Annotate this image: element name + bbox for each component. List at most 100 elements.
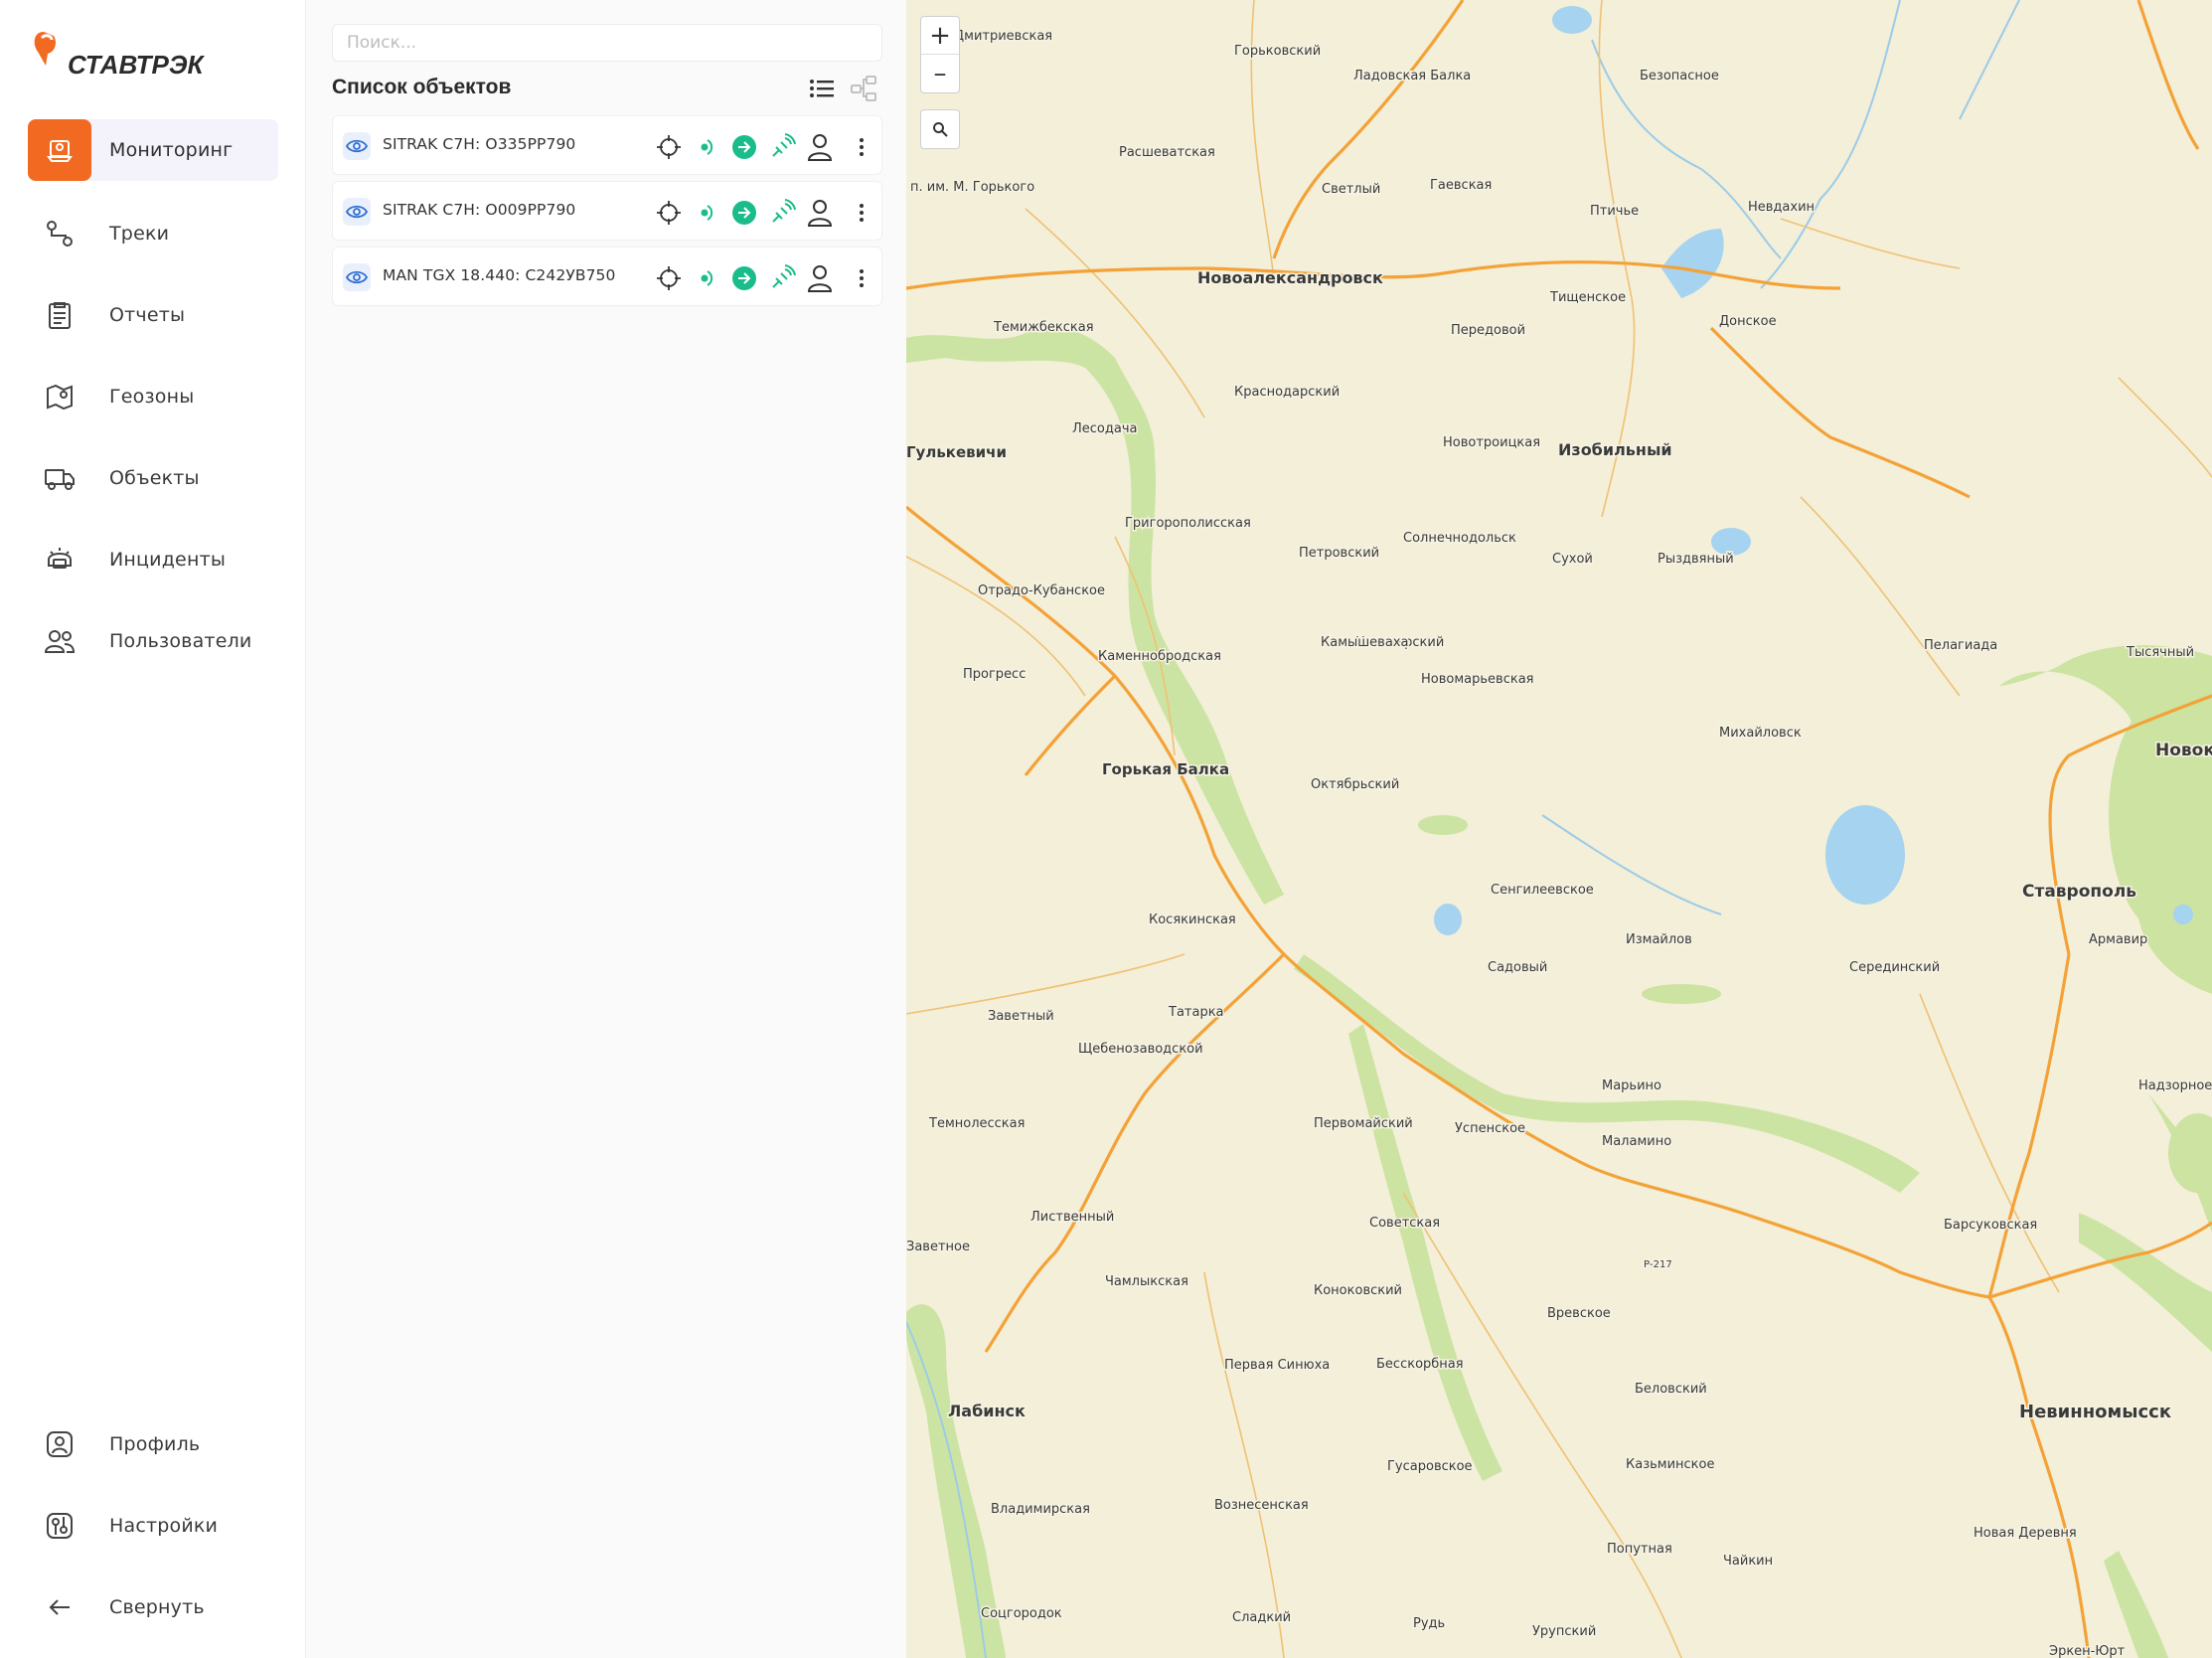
- tracks-icon: [28, 203, 91, 264]
- map-place-label: Казьминское: [1626, 1457, 1714, 1472]
- sidebar-item-objects[interactable]: Объекты: [28, 447, 278, 509]
- sidebar-item-label: Настройки: [109, 1515, 219, 1537]
- map-place-label: Расшеватская: [1119, 145, 1215, 160]
- tree-view-icon[interactable]: [849, 74, 878, 107]
- map-place-label: Каменнобродская: [1098, 649, 1221, 664]
- sidebar-item-profile[interactable]: Профиль: [28, 1413, 278, 1475]
- map-place-label: Дмитриевская: [954, 29, 1052, 44]
- map-place-label: Лесодача: [1072, 421, 1137, 436]
- map-place-label: Темижбекская: [993, 320, 1094, 335]
- map-place-label: Рудь: [1413, 1616, 1445, 1631]
- map-place-label: Урупский: [1532, 1624, 1596, 1639]
- sidebar-item-tracks[interactable]: Треки: [28, 203, 278, 264]
- map-place-label: Горькая Балка: [1102, 760, 1229, 778]
- map-place-label: Солнечнодольск: [1403, 531, 1516, 546]
- map-place-label: Гулькевичи: [906, 443, 1007, 461]
- map-place-label: Камышеваха: [1321, 635, 1408, 650]
- brand-logo[interactable]: СТАВТРЭК: [32, 26, 221, 85]
- sidebar-item-settings[interactable]: Настройки: [28, 1495, 278, 1557]
- zoom-in-button[interactable]: +: [921, 17, 959, 55]
- map-place-label: Бесскорбная: [1376, 1357, 1464, 1372]
- sidebar-item-label: Свернуть: [109, 1596, 205, 1618]
- sidebar-item-incidents[interactable]: Инциденты: [28, 529, 278, 590]
- sidebar-item-label: Треки: [109, 223, 170, 245]
- visibility-eye-icon[interactable]: [343, 132, 371, 160]
- map-place-label: Коноковский: [1314, 1283, 1402, 1298]
- object-row[interactable]: SITRAK C7H: О335РР790: [332, 115, 882, 175]
- search-input[interactable]: [332, 24, 882, 62]
- object-row[interactable]: MAN TGX 18.440: С242УВ750: [332, 247, 882, 306]
- map-place-label: Татарка: [1168, 1005, 1224, 1020]
- panel-title: Список объектов: [332, 76, 512, 98]
- object-row[interactable]: SITRAK C7H: О009РР790: [332, 181, 882, 241]
- search-icon: [933, 122, 948, 137]
- sidebar-item-reports[interactable]: Отчеты: [28, 284, 278, 346]
- sidebar-item-label: Инциденты: [109, 549, 227, 571]
- map-place-label: Отрадо-Кубанское: [978, 583, 1105, 598]
- truck-icon: [28, 447, 91, 509]
- logo-text: СТАВТРЭК: [68, 50, 206, 80]
- visibility-eye-icon[interactable]: [343, 263, 371, 291]
- driver-person-icon[interactable]: [806, 199, 834, 227]
- more-options-icon[interactable]: [848, 264, 875, 292]
- moving-status-icon: [730, 264, 758, 292]
- sidebar-item-label: Геозоны: [109, 386, 195, 408]
- map-place-label: Надзорное: [2138, 1078, 2212, 1093]
- map-place-label: Светлый: [1322, 182, 1380, 197]
- map-place-label: Тищенское: [1549, 290, 1626, 305]
- map-place-label: Владимирская: [991, 1502, 1090, 1517]
- visibility-eye-icon[interactable]: [343, 198, 371, 226]
- map-place-label: Щебенозаводской: [1078, 1042, 1203, 1057]
- locate-crosshair-icon[interactable]: [655, 133, 683, 161]
- map-place-label: Заветный: [988, 1009, 1054, 1024]
- map-place-label: Р-217: [1644, 1259, 1672, 1270]
- driver-person-icon[interactable]: [806, 264, 834, 292]
- map-place-label: Сухой: [1552, 552, 1593, 567]
- map-search-button[interactable]: [920, 109, 960, 149]
- map-place-label: Беловский: [1635, 1382, 1707, 1397]
- monitoring-icon: [28, 119, 91, 181]
- map-place-label: Первая Синюха: [1224, 1358, 1330, 1373]
- sidebar-item-label: Объекты: [109, 467, 200, 489]
- map-place-label: Барсуковская: [1944, 1218, 2037, 1233]
- arrow-left-icon: [28, 1576, 91, 1638]
- map-place-label: Новая Деревня: [1974, 1526, 2077, 1541]
- map-place-label: п. им. М. Горького: [910, 180, 1034, 195]
- map-place-label: Птичье: [1590, 204, 1639, 219]
- sidebar-item-monitoring[interactable]: Мониторинг: [28, 119, 278, 181]
- map-place-label: Маламино: [1602, 1134, 1671, 1149]
- gps-satellite-icon: [768, 133, 796, 161]
- map-place-label: Петровский: [1299, 546, 1379, 561]
- map-canvas[interactable]: Дмитриевская Горьковский Ладовская Балка Бе…: [906, 0, 2212, 1658]
- map-place-label: Донское: [1719, 314, 1777, 329]
- driver-person-icon[interactable]: [806, 133, 834, 161]
- collapse-button[interactable]: Свернуть: [28, 1576, 278, 1638]
- list-view-icon[interactable]: [809, 78, 835, 103]
- map-place-label: Марьино: [1602, 1078, 1661, 1093]
- map-place-label: Новомарьевская: [1421, 672, 1533, 687]
- map-place-label: Новоалександровск: [1197, 268, 1383, 287]
- map-place-label: Серединский: [1849, 960, 1940, 975]
- map-view[interactable]: Дмитриевская Горьковский Ладовская Балка Бе…: [906, 0, 2212, 1658]
- map-place-label: Невинномысск: [2019, 1402, 2171, 1422]
- moving-status-icon: [730, 133, 758, 161]
- object-name: MAN TGX 18.440: С242УВ750: [383, 266, 616, 284]
- more-options-icon[interactable]: [848, 199, 875, 227]
- map-place-label: Сладкий: [1232, 1610, 1291, 1625]
- zoom-out-button[interactable]: –: [921, 55, 959, 92]
- more-options-icon[interactable]: [848, 133, 875, 161]
- map-place-label: Садовый: [1488, 960, 1547, 975]
- profile-icon: [28, 1413, 91, 1475]
- map-place-label: Краснодарский: [1234, 385, 1340, 400]
- sidebar-item-label: Профиль: [109, 1433, 201, 1455]
- sidebar-item-geozones[interactable]: Геозоны: [28, 366, 278, 427]
- locate-crosshair-icon[interactable]: [655, 264, 683, 292]
- object-name: SITRAK C7H: О009РР790: [383, 201, 576, 219]
- map-place-label: Горьковский: [1234, 44, 1321, 59]
- map-place-label: Передовой: [1451, 323, 1525, 338]
- map-place-label: Михайловск: [1719, 726, 1802, 741]
- map-place-label: Армавир: [2089, 932, 2147, 947]
- sidebar-item-users[interactable]: Пользователи: [28, 610, 278, 672]
- incidents-icon: [28, 529, 91, 590]
- locate-crosshair-icon[interactable]: [655, 199, 683, 227]
